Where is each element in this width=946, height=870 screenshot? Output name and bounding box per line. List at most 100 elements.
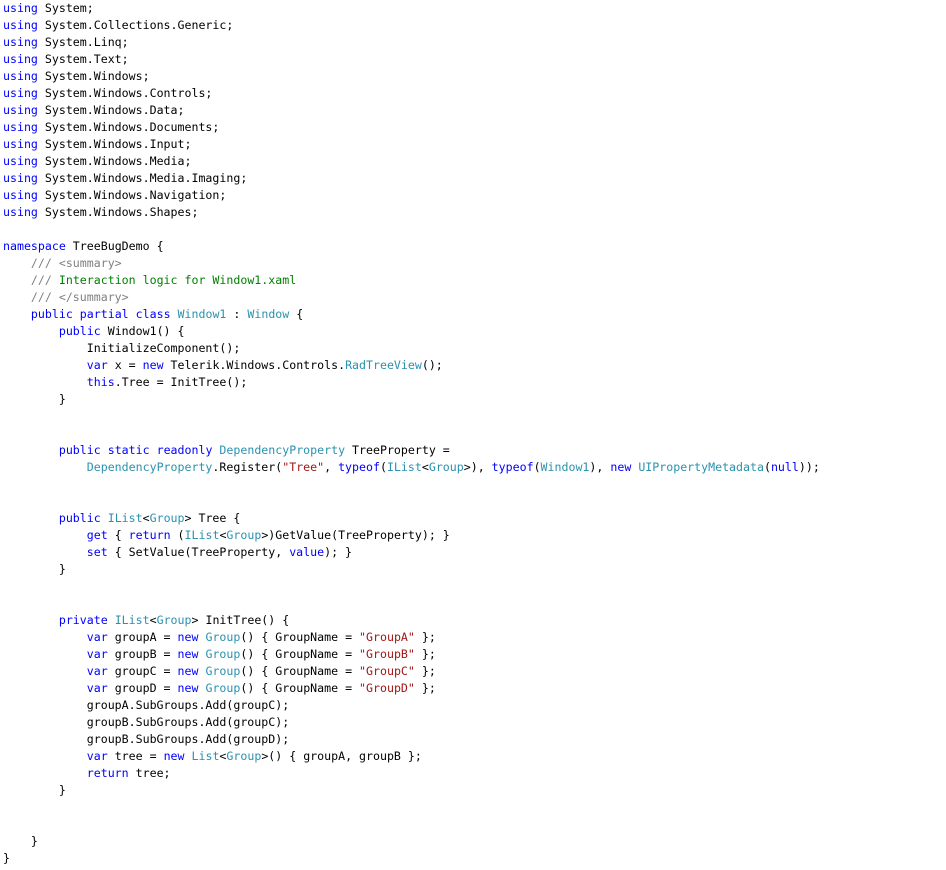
code-line: return tree;: [0, 765, 946, 782]
code-line: var groupA = new Group() { GroupName = "…: [0, 629, 946, 646]
code-line: var tree = new List<Group>() { groupA, g…: [0, 748, 946, 765]
code-text: InitializeComponent();: [3, 341, 241, 355]
code-text: ();: [421, 358, 443, 372]
code-type: Group: [205, 630, 241, 644]
code-text: { SetValue(TreeProperty,: [107, 545, 290, 559]
code-type: Group: [149, 511, 185, 525]
code-text: {: [107, 528, 129, 542]
code-line: var groupC = new Group() { GroupName = "…: [0, 663, 946, 680]
code-keyword: var: [86, 681, 108, 695]
code-keyword: public: [58, 443, 101, 457]
code-text: System.Windows.Shapes;: [37, 205, 199, 219]
code-keyword: get: [86, 528, 108, 542]
code-text: <: [142, 511, 150, 525]
code-text: (: [170, 528, 185, 542]
code-line: using System.Windows.Media.Imaging;: [0, 170, 946, 187]
code-type: Group: [226, 528, 262, 542]
code-type: Window1: [540, 460, 590, 474]
code-text: (: [379, 460, 387, 474]
code-text: TreeProperty =: [345, 443, 450, 457]
code-text: Window1() {: [100, 324, 185, 338]
code-keyword: using: [3, 86, 38, 100]
code-type: List: [191, 749, 220, 763]
code-keyword: using: [3, 1, 38, 15]
code-string: "GroupC": [359, 664, 415, 678]
code-keyword: this: [86, 375, 115, 389]
code-type: Group: [226, 749, 262, 763]
code-line: groupA.SubGroups.Add(groupC);: [0, 697, 946, 714]
code-text: tree;: [128, 766, 171, 780]
code-line: private IList<Group> InitTree() {: [0, 612, 946, 629]
code-text: >),: [463, 460, 492, 474]
code-string: "Tree": [282, 460, 325, 474]
code-keyword: public: [58, 511, 101, 525]
code-line: /// </summary>: [0, 289, 946, 306]
code-type: IList: [184, 528, 220, 542]
code-text: {: [289, 307, 304, 321]
code-line: }: [0, 782, 946, 799]
code-keyword: null: [770, 460, 799, 474]
code-text: groupD =: [107, 681, 178, 695]
code-keyword: readonly: [156, 443, 213, 457]
code-text: };: [414, 630, 436, 644]
code-text: System.Windows.Input;: [37, 137, 192, 151]
code-keyword: class: [135, 307, 171, 321]
code-type: IList: [107, 511, 143, 525]
code-line: public partial class Window1 : Window {: [0, 306, 946, 323]
code-doc-tag: /// </summary>: [30, 290, 129, 304]
code-keyword: value: [289, 545, 325, 559]
code-text: <: [149, 613, 157, 627]
code-keyword: using: [3, 103, 38, 117]
code-type: UIPropertyMetadata: [638, 460, 764, 474]
code-keyword: using: [3, 35, 38, 49]
code-doc-tag: ///: [30, 273, 52, 287]
code-text: () { GroupName =: [240, 630, 360, 644]
code-text: >() { groupA, groupB };: [261, 749, 422, 763]
code-type: RadTreeView: [345, 358, 422, 372]
code-keyword: using: [3, 120, 38, 134]
code-line: var x = new Telerik.Windows.Controls.Rad…: [0, 357, 946, 374]
code-text: groupA.SubGroups.Add(groupC);: [3, 698, 290, 712]
code-line: public static readonly DependencyPropert…: [0, 442, 946, 459]
code-keyword: return: [128, 528, 171, 542]
code-line: }: [0, 391, 946, 408]
code-text: groupB =: [107, 647, 178, 661]
code-editor[interactable]: using System; using System.Collections.Ge…: [0, 0, 946, 870]
code-string: "GroupA": [359, 630, 415, 644]
code-text: System.Windows;: [37, 69, 150, 83]
code-text: System;: [37, 1, 94, 15]
code-text: () { GroupName =: [240, 681, 360, 695]
code-keyword: var: [86, 358, 108, 372]
code-line: get { return (IList<Group>)GetValue(Tree…: [0, 527, 946, 544]
code-line: DependencyProperty.Register("Tree", type…: [0, 459, 946, 476]
code-text: Telerik.Windows.Controls.: [163, 358, 346, 372]
code-text: TreeBugDemo {: [65, 239, 164, 253]
code-keyword: new: [177, 664, 199, 678]
code-text: System.Windows.Controls;: [37, 86, 213, 100]
code-text: System.Windows.Navigation;: [37, 188, 227, 202]
code-keyword: set: [86, 545, 108, 559]
code-type: IList: [114, 613, 150, 627]
code-text: groupA =: [107, 630, 178, 644]
code-text: System.Windows.Documents;: [37, 120, 220, 134]
code-line: groupB.SubGroups.Add(groupC);: [0, 714, 946, 731]
